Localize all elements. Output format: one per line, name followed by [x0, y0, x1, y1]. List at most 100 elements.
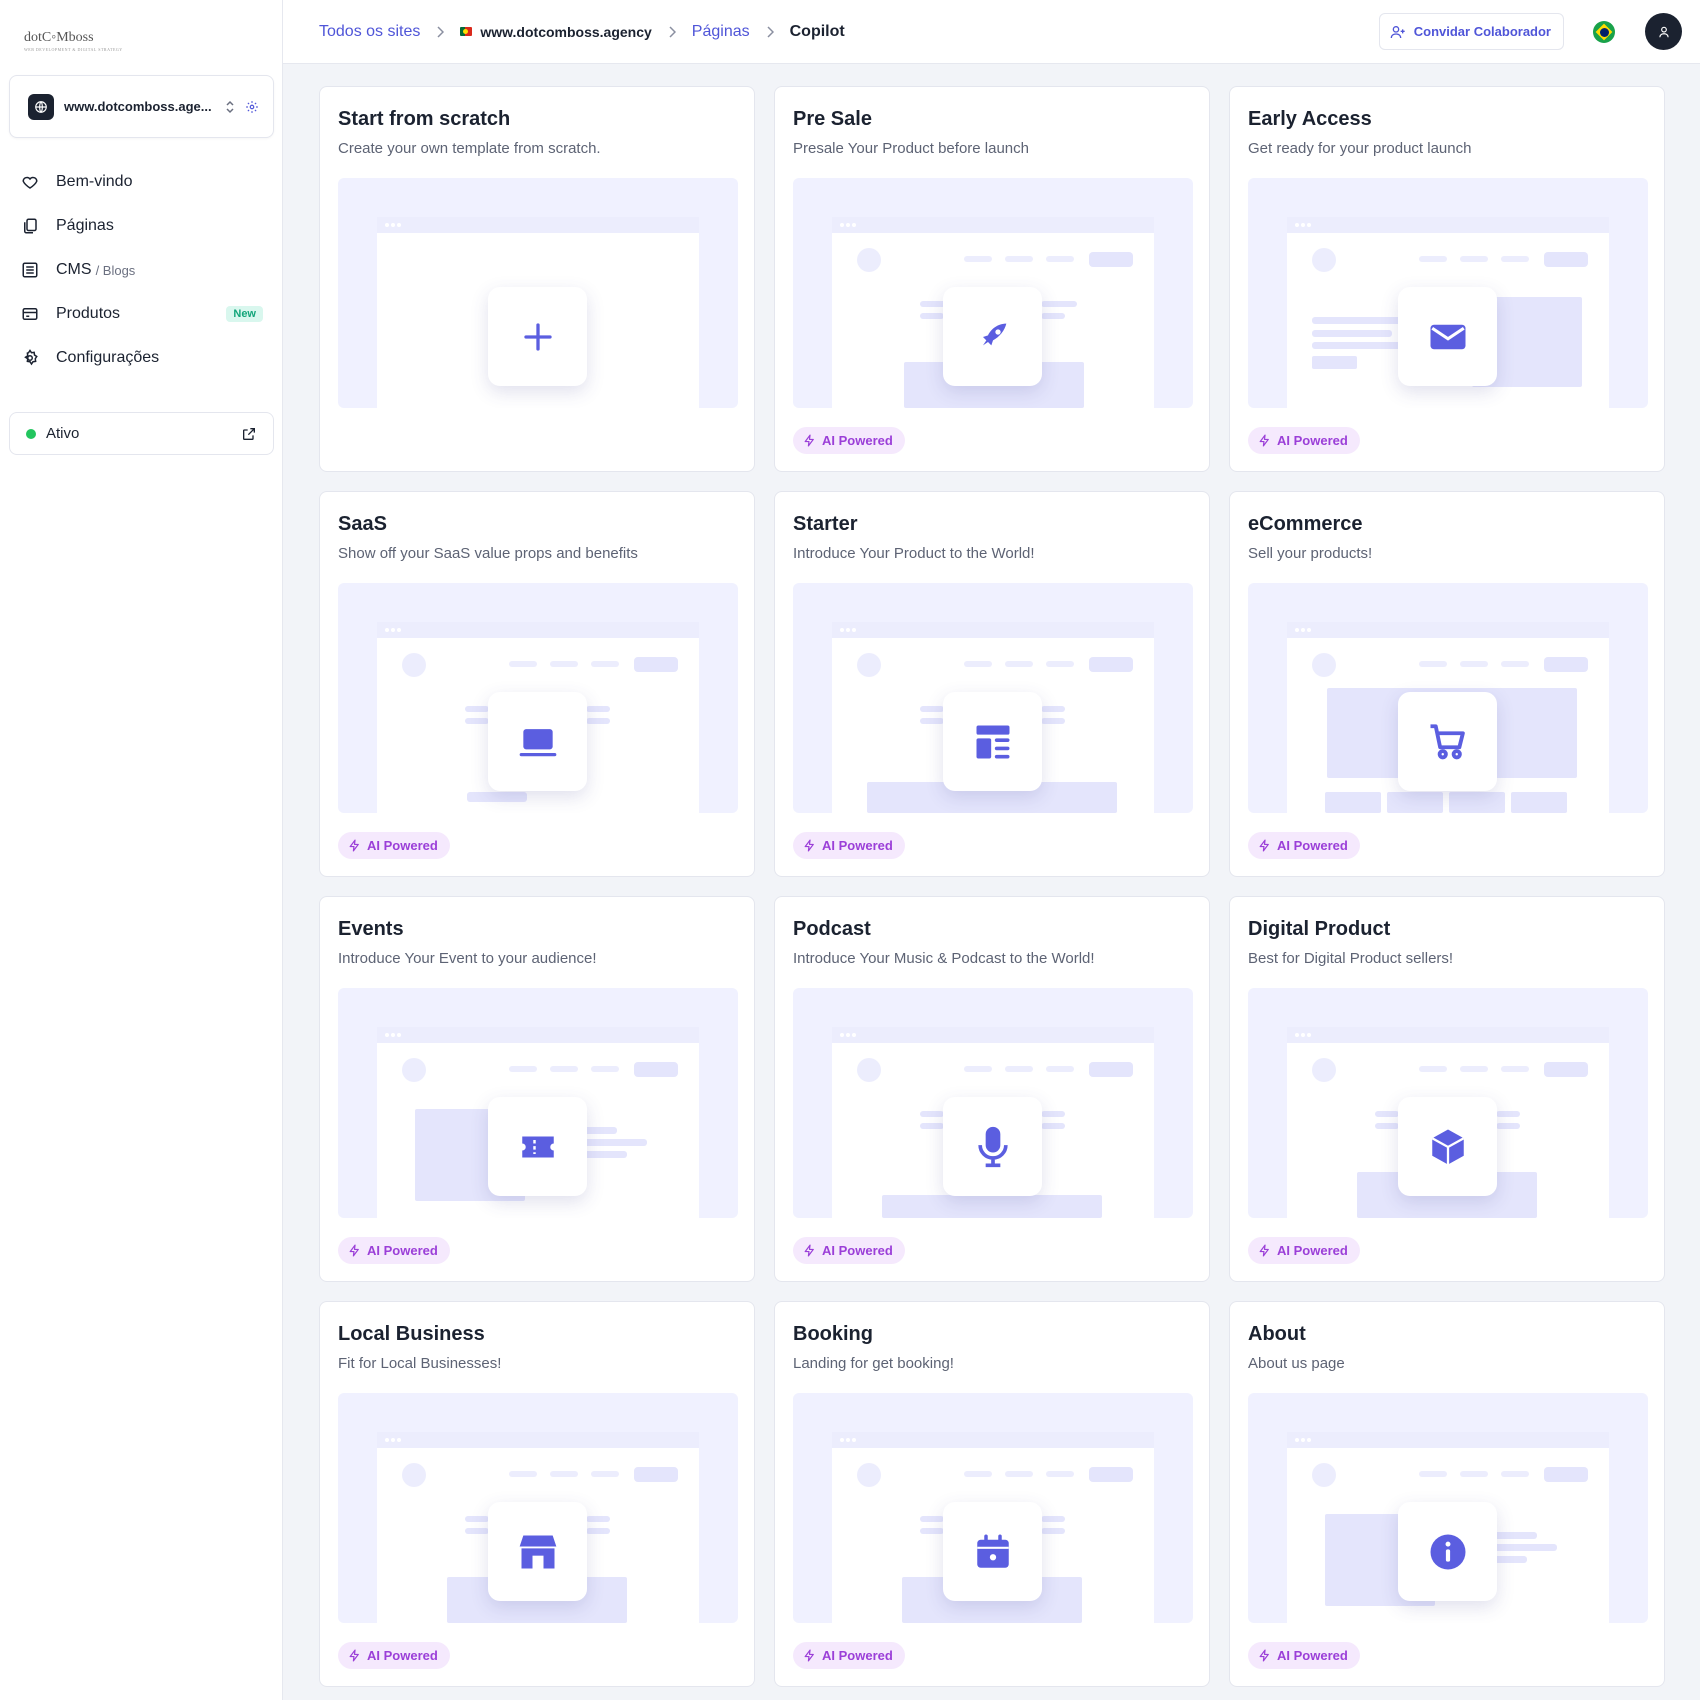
ai-badge-label: AI Powered: [1277, 433, 1348, 448]
breadcrumb-pages[interactable]: Páginas: [692, 23, 750, 41]
template-preview: [1248, 583, 1648, 813]
sidebar-item-label: Bem-vindo: [56, 173, 133, 190]
template-description: Create your own template from scratch.: [338, 140, 601, 157]
template-title: Podcast: [793, 918, 871, 940]
template-preview: [1248, 1393, 1648, 1623]
ai-powered-badge: AI Powered: [338, 1237, 450, 1264]
chevron-right-icon: [668, 25, 676, 38]
sidebar-item-configuracoes[interactable]: Configurações: [0, 336, 283, 380]
logo-tagline: WEB DEVELOPMENT & DIGITAL STRATEGY: [24, 47, 123, 52]
template-title: Booking: [793, 1323, 873, 1345]
breadcrumb-all-sites[interactable]: Todos os sites: [319, 23, 420, 41]
lightning-icon: [348, 1649, 361, 1662]
template-title: Start from scratch: [338, 108, 511, 130]
globe-icon: [28, 93, 54, 120]
brand-logo[interactable]: dotC◦Mboss WEB DEVELOPMENT & DIGITAL STR…: [24, 30, 123, 52]
heart-icon: [20, 172, 40, 192]
template-title: Starter: [793, 513, 858, 535]
user-plus-icon: [1390, 24, 1406, 40]
ai-badge-label: AI Powered: [1277, 1648, 1348, 1663]
brazil-flag-icon[interactable]: [1593, 21, 1615, 43]
new-badge: New: [226, 306, 263, 322]
sidebar-item-label: Produtos: [56, 305, 121, 322]
template-card-ecommerce[interactable]: eCommerce Sell your products! AI Powered: [1229, 491, 1665, 877]
avatar[interactable]: [1645, 13, 1682, 50]
site-status[interactable]: Ativo: [9, 412, 274, 455]
sidebar-item-produtos[interactable]: Produtos New: [0, 292, 283, 336]
sidebar-item-sublabel: / Blogs: [95, 262, 136, 278]
template-preview: [1248, 178, 1648, 408]
template-title: About: [1248, 1323, 1306, 1345]
ai-powered-badge: AI Powered: [1248, 1642, 1360, 1669]
sidebar-item-bem-vindo[interactable]: Bem-vindo: [0, 160, 283, 204]
template-preview: [338, 583, 738, 813]
template-preview: [1248, 988, 1648, 1218]
template-card-saas[interactable]: SaaS Show off your SaaS value props and …: [319, 491, 755, 877]
template-description: Presale Your Product before launch: [793, 140, 1029, 157]
template-card-local-business[interactable]: Local Business Fit for Local Businesses!…: [319, 1301, 755, 1687]
template-card-pre-sale[interactable]: Pre Sale Presale Your Product before lau…: [774, 86, 1210, 472]
card-icon: [20, 304, 40, 324]
site-selector[interactable]: www.dotcomboss.age...: [9, 75, 274, 138]
rocket-icon: [943, 287, 1042, 386]
ai-badge-label: AI Powered: [1277, 838, 1348, 853]
ai-powered-badge: AI Powered: [793, 427, 905, 454]
chevron-updown-icon[interactable]: [225, 100, 235, 114]
status-label: Ativo: [46, 425, 80, 442]
template-card-events[interactable]: Events Introduce Your Event to your audi…: [319, 896, 755, 1282]
logo-text: dotC◦Mboss: [24, 30, 94, 45]
template-description: Sell your products!: [1248, 545, 1373, 562]
ai-badge-label: AI Powered: [367, 838, 438, 853]
lightning-icon: [1258, 1244, 1271, 1257]
template-card-starter[interactable]: Starter Introduce Your Product to the Wo…: [774, 491, 1210, 877]
sidebar-item-paginas[interactable]: Páginas: [0, 204, 283, 248]
info-icon: [1398, 1502, 1497, 1601]
site-settings-gear-icon[interactable]: [245, 100, 259, 114]
template-description: Introduce Your Event to your audience!: [338, 950, 597, 967]
cube-icon: [1398, 1097, 1497, 1196]
sidebar-item-cms[interactable]: CMS / Blogs: [0, 248, 283, 292]
plus-icon: [488, 287, 587, 386]
portugal-flag-icon: [460, 27, 473, 36]
ai-powered-badge: AI Powered: [338, 832, 450, 859]
external-link-icon[interactable]: [241, 426, 257, 442]
invite-collaborator-button[interactable]: Convidar Colaborador: [1378, 13, 1564, 50]
template-card-booking[interactable]: Booking Landing for get booking! AI Powe…: [774, 1301, 1210, 1687]
status-dot: [26, 428, 36, 439]
lightning-icon: [1258, 1649, 1271, 1662]
lightning-icon: [803, 839, 816, 852]
ticket-icon: [488, 1097, 587, 1196]
ai-badge-label: AI Powered: [822, 838, 893, 853]
template-title: Digital Product: [1248, 918, 1391, 940]
template-preview: [793, 178, 1193, 408]
template-card-early-access[interactable]: Early Access Get ready for your product …: [1229, 86, 1665, 472]
site-selector-label: www.dotcomboss.age...: [64, 99, 212, 114]
lightning-icon: [1258, 839, 1271, 852]
ai-badge-label: AI Powered: [367, 1243, 438, 1258]
template-card-start-from-scratch[interactable]: Start from scratch Create your own templ…: [319, 86, 755, 472]
ai-powered-badge: AI Powered: [1248, 832, 1360, 859]
ai-powered-badge: AI Powered: [793, 832, 905, 859]
layout-icon: [943, 692, 1042, 791]
template-card-about[interactable]: About About us page AI Powered: [1229, 1301, 1665, 1687]
lightning-icon: [348, 839, 361, 852]
lightning-icon: [803, 1649, 816, 1662]
breadcrumb-current: Copilot: [789, 22, 845, 40]
template-description: Introduce Your Music & Podcast to the Wo…: [793, 950, 1095, 967]
sidebar-item-label: Páginas: [56, 217, 114, 234]
template-card-digital-product[interactable]: Digital Product Best for Digital Product…: [1229, 896, 1665, 1282]
template-description: Best for Digital Product sellers!: [1248, 950, 1454, 967]
template-title: Pre Sale: [793, 108, 872, 130]
template-title: Local Business: [338, 1323, 485, 1345]
template-card-podcast[interactable]: Podcast Introduce Your Music & Podcast t…: [774, 896, 1210, 1282]
breadcrumb-site[interactable]: www.dotcomboss.agency: [460, 24, 652, 40]
template-description: About us page: [1248, 1355, 1345, 1372]
template-title: SaaS: [338, 513, 387, 535]
ai-badge-label: AI Powered: [822, 433, 893, 448]
ai-badge-label: AI Powered: [1277, 1243, 1348, 1258]
cart-icon: [1398, 692, 1497, 791]
invite-label: Convidar Colaborador: [1413, 24, 1551, 39]
sidebar-item-label: CMS: [56, 261, 92, 278]
template-grid: Start from scratch Create your own templ…: [319, 86, 1665, 1687]
pages-icon: [20, 216, 40, 236]
